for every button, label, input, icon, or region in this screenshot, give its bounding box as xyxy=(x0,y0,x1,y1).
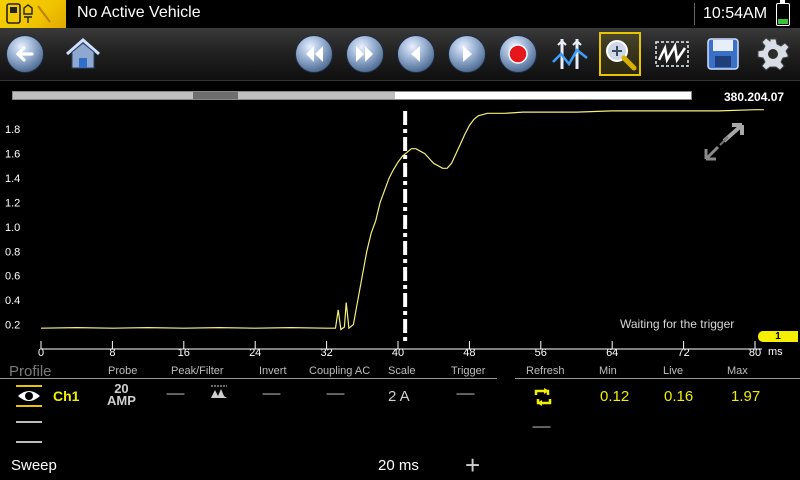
refresh-header: Refresh xyxy=(526,365,565,377)
coupling-value[interactable]: ------ xyxy=(326,386,345,400)
toolbar xyxy=(0,28,800,81)
x-tick-label: 8 xyxy=(109,347,115,359)
channel-marker[interactable]: 1 xyxy=(758,331,798,342)
channel-visibility-toggle[interactable] xyxy=(16,385,42,407)
left-arrow-icon xyxy=(397,35,435,73)
scale-header: Scale xyxy=(388,365,416,377)
y-tick-label: 1.4 xyxy=(5,173,20,185)
x-tick-label: 48 xyxy=(463,347,475,359)
x-tick-label: 72 xyxy=(677,347,689,359)
gear-icon xyxy=(757,37,790,71)
channel-settings-panel: Profile Probe Peak/Filter Invert Couplin… xyxy=(0,362,800,480)
back-button[interactable] xyxy=(4,32,46,76)
battery-icon xyxy=(776,0,790,26)
back-arrow-icon xyxy=(6,35,44,73)
min-header: Min xyxy=(599,365,617,377)
settings-button[interactable] xyxy=(752,32,794,76)
peak-filter-value[interactable]: ------ xyxy=(166,386,185,400)
sweep-increase-button[interactable]: + xyxy=(465,452,480,478)
trigger-button[interactable] xyxy=(651,32,693,76)
home-icon xyxy=(66,38,100,69)
signal-trace xyxy=(40,109,764,331)
x-axis-unit: ms xyxy=(768,346,783,358)
skip-back-button[interactable] xyxy=(293,32,335,76)
y-tick-label: 1.0 xyxy=(5,222,20,234)
record-button[interactable] xyxy=(497,32,539,76)
cursor-icon xyxy=(552,39,588,69)
max-header: Max xyxy=(727,365,748,377)
panel-divider-left xyxy=(0,378,497,379)
probe-unit: AMP xyxy=(107,393,136,408)
y-tick-label: 0.2 xyxy=(5,320,20,332)
scanner-icon xyxy=(6,3,51,24)
panel-divider-right xyxy=(515,378,800,379)
trigger-icon xyxy=(655,41,689,67)
step-forward-button[interactable] xyxy=(446,32,488,76)
trigger-status: Waiting for the trigger xyxy=(620,317,735,331)
status-divider xyxy=(694,3,695,25)
sweep-label: Sweep xyxy=(11,457,57,474)
scanner-home-badge[interactable] xyxy=(0,0,66,28)
home-button[interactable] xyxy=(62,32,104,76)
sweep-value[interactable]: 20 ms xyxy=(378,457,419,474)
y-tick-label: 0.4 xyxy=(5,295,20,307)
invert-value[interactable]: ------ xyxy=(262,386,281,400)
skip-forward-button[interactable] xyxy=(344,32,386,76)
x-tick-label: 56 xyxy=(535,347,547,359)
live-header: Live xyxy=(663,365,684,377)
zoom-icon xyxy=(606,40,637,71)
trigger-header: Trigger xyxy=(451,365,486,377)
probe-selector[interactable]: 20 AMP xyxy=(107,382,136,408)
buffer-position-bar[interactable] xyxy=(12,91,692,100)
zoom-button[interactable] xyxy=(599,32,641,76)
coupling-header: Coupling AC xyxy=(309,365,371,377)
record-icon xyxy=(499,35,537,73)
peak-filter-header: Peak/Filter xyxy=(171,365,224,377)
save-button[interactable] xyxy=(702,32,744,76)
x-tick-label: 80 xyxy=(749,347,761,359)
x-tick-label: 0 xyxy=(38,347,44,359)
live-value: 0.16 xyxy=(664,388,694,405)
x-tick-label: 16 xyxy=(178,347,190,359)
peak-filter-icon[interactable] xyxy=(209,384,229,400)
status-bar: No Active Vehicle 10:54AM xyxy=(0,0,800,28)
y-tick-label: 1.8 xyxy=(5,124,20,136)
right-arrow-icon xyxy=(448,35,486,73)
expand-icon[interactable] xyxy=(700,121,748,163)
probe-header: Probe xyxy=(108,365,138,377)
x-tick-label: 32 xyxy=(320,347,332,359)
save-icon xyxy=(707,38,739,70)
y-tick-label: 0.8 xyxy=(5,246,20,258)
x-tick-label: 64 xyxy=(606,347,618,359)
x-tick-label: 24 xyxy=(249,347,261,359)
invert-header: Invert xyxy=(259,365,287,377)
clock: 10:54AM xyxy=(703,5,768,22)
refresh-icon[interactable] xyxy=(531,386,555,408)
vehicle-status: No Active Vehicle xyxy=(77,4,201,21)
double-right-arrow-icon xyxy=(346,35,384,73)
step-back-button[interactable] xyxy=(395,32,437,76)
refresh-value-2[interactable]: ------ xyxy=(532,419,551,433)
trigger-value[interactable]: ------ xyxy=(456,386,475,400)
channel-name[interactable]: Ch1 xyxy=(53,388,79,404)
scale-value[interactable]: 2 A xyxy=(388,388,410,405)
double-left-arrow-icon xyxy=(295,35,333,73)
min-value: 0.12 xyxy=(600,388,630,405)
y-tick-label: 1.2 xyxy=(5,197,20,209)
cursor-button[interactable] xyxy=(549,32,591,76)
y-tick-label: 1.6 xyxy=(5,149,20,161)
buffer-window-thumb[interactable] xyxy=(193,92,238,99)
channel-2-visibility-toggle[interactable] xyxy=(16,421,42,443)
record-counter: 380.204.07 xyxy=(724,90,785,104)
x-tick-label: 40 xyxy=(392,347,404,359)
y-tick-label: 0.6 xyxy=(5,271,20,283)
max-value: 1.97 xyxy=(731,388,761,405)
eye-icon xyxy=(18,391,40,401)
